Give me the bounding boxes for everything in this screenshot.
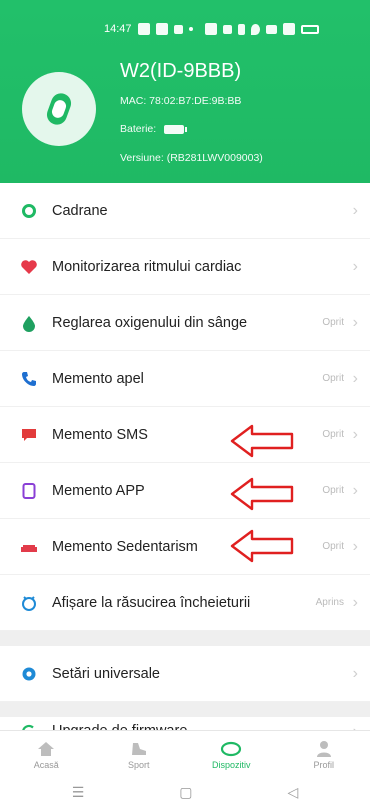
item-state: Oprit xyxy=(322,541,344,552)
annotation-arrow-icon xyxy=(230,424,294,458)
notification-icon xyxy=(137,23,150,35)
tab-profile[interactable]: Profil xyxy=(278,731,370,778)
sofa-icon xyxy=(20,538,38,556)
chevron-right-icon: › xyxy=(352,201,358,219)
list-item-wrist-display[interactable]: Afișare la răsucirea încheieturii Aprins… xyxy=(0,575,370,631)
phone-device-icon xyxy=(20,482,38,500)
chevron-right-icon: › xyxy=(352,537,358,555)
device-name: W2(ID-9BBB) xyxy=(120,60,242,82)
list-item-cadrane[interactable]: Cadrane › xyxy=(0,183,370,239)
watchface-icon xyxy=(20,202,38,220)
tab-label: Profil xyxy=(313,759,334,770)
annotation-arrow-icon xyxy=(230,477,294,511)
tab-label: Dispozitiv xyxy=(211,759,251,770)
wrist-watch-icon xyxy=(20,594,38,612)
home-button-icon[interactable]: ▢ xyxy=(179,784,192,801)
status-time: 14:47 xyxy=(104,23,132,35)
dot-icon xyxy=(188,27,193,31)
list-item-label: Afișare la răsucirea încheieturii xyxy=(52,594,251,611)
settings-list: Cadrane › Monitorizarea ritmului cardiac… xyxy=(0,183,370,745)
item-state: Oprit xyxy=(322,429,344,440)
battery-label: Baterie: xyxy=(120,123,157,135)
phone-icon xyxy=(20,370,38,388)
list-item-app-reminder[interactable]: Memento APP Oprit › xyxy=(0,463,370,519)
heart-icon xyxy=(20,258,38,276)
list-item-label: Memento apel xyxy=(52,370,144,387)
item-state: Oprit xyxy=(322,485,344,496)
chevron-right-icon: › xyxy=(352,257,358,275)
back-icon[interactable]: ◁ xyxy=(288,784,299,801)
item-state: Oprit xyxy=(322,317,344,328)
gear-icon xyxy=(20,665,38,683)
list-item-label: Setări universale xyxy=(52,665,160,682)
nfc-icon xyxy=(204,23,217,35)
list-item-label: Monitorizarea ritmului cardiac xyxy=(52,258,242,275)
list-item-universal-settings[interactable]: Setări universale › xyxy=(0,646,370,702)
shoe-icon xyxy=(128,740,150,758)
battery-icon xyxy=(300,24,319,34)
chevron-right-icon: › xyxy=(352,425,358,443)
notification-icon xyxy=(155,23,168,35)
list-item-call-reminder[interactable]: Memento apel Oprit › xyxy=(0,351,370,407)
menu-icon[interactable]: ☰ xyxy=(72,784,85,801)
device-mac: MAC: 78:02:B7:DE:9B:BB xyxy=(120,95,242,107)
home-icon xyxy=(35,740,57,758)
tab-device[interactable]: Dispozitiv xyxy=(185,731,278,778)
device-header: 14:47 W2(ID-9BBB) MAC: 78:02:B7:DE:9B:BB… xyxy=(0,0,370,183)
alarm-icon xyxy=(222,24,232,34)
notification-icon xyxy=(173,24,183,34)
list-item-blood-oxygen[interactable]: Reglarea oxigenului din sânge Oprit › xyxy=(0,295,370,351)
device-version: Versiune: (RB281LWV009003) xyxy=(120,152,263,164)
tab-home[interactable]: Acasă xyxy=(0,731,93,778)
section-divider xyxy=(0,631,370,646)
watch-icon xyxy=(22,72,96,146)
message-icon xyxy=(20,426,38,444)
chevron-right-icon: › xyxy=(352,481,358,499)
section-divider xyxy=(0,702,370,717)
tab-label: Acasă xyxy=(33,759,59,770)
list-item-heart-rate[interactable]: Monitorizarea ritmului cardiac › xyxy=(0,239,370,295)
signal-icon xyxy=(282,23,295,35)
tab-sport[interactable]: Sport xyxy=(93,731,186,778)
item-state: Oprit xyxy=(322,373,344,384)
list-item-label: Cadrane xyxy=(52,202,108,219)
list-item-sedentary-reminder[interactable]: Memento Sedentarism Oprit › xyxy=(0,519,370,575)
bluetooth-icon xyxy=(237,23,245,35)
tab-label: Sport xyxy=(127,759,150,770)
chevron-right-icon: › xyxy=(352,369,358,387)
status-bar: 14:47 xyxy=(104,18,319,40)
chevron-right-icon: › xyxy=(352,664,358,682)
chevron-right-icon: › xyxy=(352,313,358,331)
device-battery: Baterie: xyxy=(120,123,188,135)
battery-icon xyxy=(164,124,188,134)
item-state: Aprins xyxy=(315,597,344,608)
list-item-sms-reminder[interactable]: Memento SMS Oprit › xyxy=(0,407,370,463)
device-ring-icon xyxy=(220,740,242,758)
annotation-arrow-icon xyxy=(230,529,294,563)
bottom-nav: Acasă Sport Dispozitiv Profil xyxy=(0,730,370,778)
system-nav-bar: ☰ ▢ ◁ xyxy=(0,778,370,807)
wifi-icon xyxy=(265,24,277,34)
chevron-right-icon: › xyxy=(352,593,358,611)
person-icon xyxy=(313,740,335,758)
location-icon xyxy=(250,23,260,35)
list-item-label: Reglarea oxigenului din sânge xyxy=(52,314,248,331)
droplet-icon xyxy=(20,314,38,332)
